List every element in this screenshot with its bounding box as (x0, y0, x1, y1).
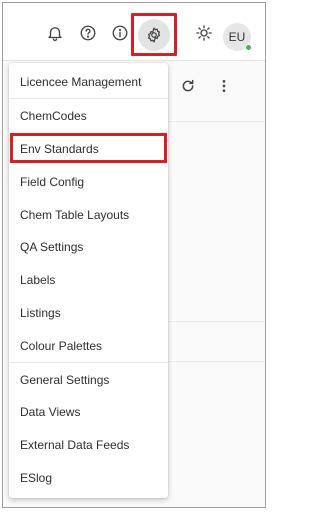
bell-icon[interactable] (44, 22, 66, 44)
online-status-dot (245, 44, 252, 51)
menu-item-chemcodes[interactable]: ChemCodes (9, 99, 168, 132)
more-vert-icon[interactable] (214, 76, 234, 96)
top-toolbar: EU (3, 3, 265, 61)
info-icon[interactable] (109, 22, 131, 44)
avatar[interactable]: EU (223, 23, 252, 51)
help-icon[interactable] (77, 22, 99, 44)
refresh-icon[interactable] (178, 76, 198, 96)
brightness-icon[interactable] (193, 22, 215, 44)
menu-item-field-config[interactable]: Field Config (9, 165, 168, 198)
settings-dropdown-menu: Licencee Management ChemCodes Env Standa… (9, 63, 168, 498)
menu-item-listings[interactable]: Listings (9, 296, 168, 329)
menu-item-chem-table-layouts[interactable]: Chem Table Layouts (9, 198, 168, 231)
menu-item-qa-settings[interactable]: QA Settings (9, 230, 168, 263)
background-divider (169, 321, 265, 322)
settings-highlight-box (131, 13, 177, 56)
background-divider (169, 121, 265, 122)
menu-item-general-settings[interactable]: General Settings (9, 363, 168, 396)
background-divider (169, 361, 265, 362)
menu-item-colour-palettes[interactable]: Colour Palettes (9, 329, 168, 362)
menu-item-eslog[interactable]: ESlog (9, 461, 168, 494)
menu-item-data-views[interactable]: Data Views (9, 395, 168, 428)
menu-item-external-data-feeds[interactable]: External Data Feeds (9, 428, 168, 461)
menu-item-env-standards[interactable]: Env Standards (9, 132, 168, 165)
gear-icon[interactable] (138, 18, 170, 51)
menu-item-labels[interactable]: Labels (9, 263, 168, 296)
avatar-initials: EU (228, 30, 246, 44)
menu-item-licencee-management[interactable]: Licencee Management (9, 65, 168, 98)
